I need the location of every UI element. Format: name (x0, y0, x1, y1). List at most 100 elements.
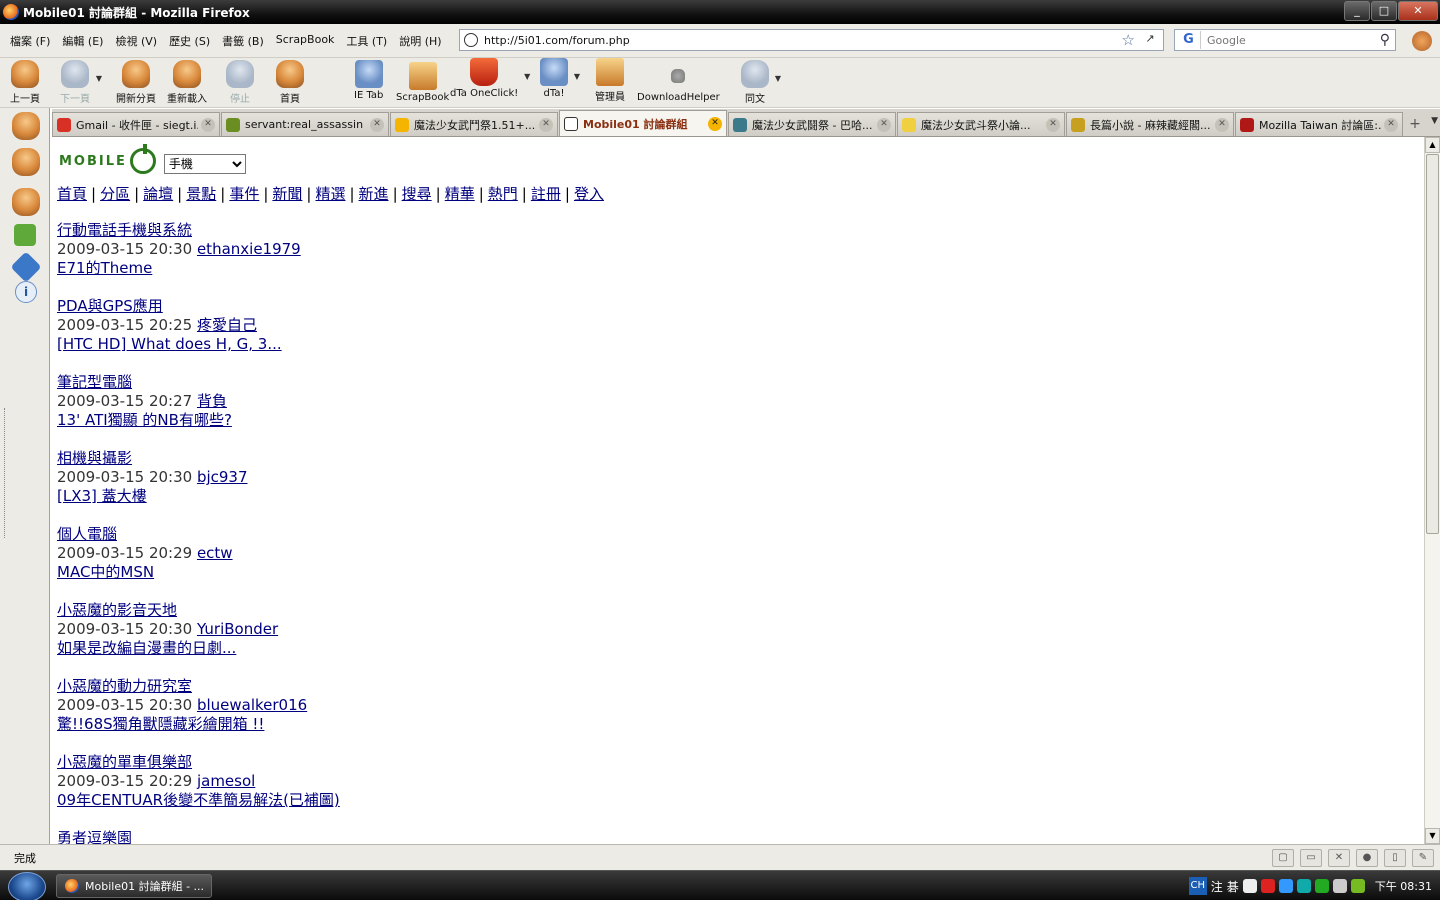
forum-name-link[interactable]: 勇者逗樂園 (57, 829, 132, 844)
scroll-up-button[interactable]: ▲ (1425, 137, 1440, 153)
bookmark-star-icon[interactable]: ☆ (1122, 31, 1135, 49)
url-input[interactable]: http://5i01.com/forum.php (484, 34, 1122, 47)
maximize-button[interactable]: □ (1371, 1, 1397, 21)
menu-file[interactable]: 檔案 (F) (4, 33, 56, 49)
admin-button[interactable]: 管理員 (595, 58, 625, 103)
ie-tab-button[interactable]: IE Tab (354, 60, 383, 101)
menu-tools[interactable]: 工具 (T) (340, 33, 393, 49)
sidebar-bookmarks-icon[interactable] (12, 112, 40, 140)
menu-view[interactable]: 檢視 (V) (109, 33, 163, 49)
nav-link-12[interactable]: 登入 (574, 185, 604, 203)
close-window-button[interactable]: ✕ (1398, 1, 1438, 21)
topic-link[interactable]: E71的Theme (57, 259, 152, 277)
home-button[interactable]: 首頁 (276, 60, 304, 105)
lock-icon[interactable]: ▢ (1272, 849, 1294, 867)
menu-scrapbook[interactable]: ScrapBook (270, 33, 341, 49)
forum-name-link[interactable]: 行動電話手機與系統 (57, 221, 192, 239)
forum-name-link[interactable]: 筆記型電腦 (57, 373, 132, 391)
nav-link-3[interactable]: 景點 (186, 185, 216, 203)
tab-close-icon[interactable]: ✕ (877, 117, 891, 132)
addons-icon[interactable] (14, 224, 36, 246)
tray-window-icon[interactable] (1242, 879, 1257, 893)
tray-app-icon[interactable] (1314, 879, 1329, 893)
tab-close-icon[interactable]: ✕ (1046, 117, 1060, 132)
extension-icon[interactable] (1412, 31, 1432, 51)
topic-link[interactable]: 驚!!68S獨角獸隱藏彩繪開箱 !! (57, 715, 264, 733)
tab-0[interactable]: Gmail - 收件匣 - siegt.i... ✕ (52, 112, 220, 136)
screen-icon[interactable]: ▭ (1300, 849, 1322, 867)
forum-category-select[interactable]: 手機 (163, 154, 246, 174)
tab-close-icon[interactable]: ✕ (708, 116, 722, 131)
tray-sync-icon[interactable] (1296, 879, 1311, 893)
minimize-button[interactable]: _ (1344, 1, 1370, 21)
nav-link-8[interactable]: 搜尋 (402, 185, 432, 203)
tab-4[interactable]: 魔法少女武鬪祭 - 巴哈... ✕ (728, 112, 896, 136)
url-bar[interactable]: http://5i01.com/forum.php ☆ ↗ (459, 29, 1164, 51)
tray-nvidia-icon[interactable] (1350, 879, 1365, 893)
nav-link-9[interactable]: 精華 (445, 185, 475, 203)
tab-7[interactable]: Mozilla Taiwan 討論區:... ✕ (1235, 112, 1403, 136)
firefox-status-icon[interactable]: ● (1356, 849, 1378, 867)
tab-close-icon[interactable]: ✕ (539, 117, 553, 132)
forum-name-link[interactable]: 小惡魔的單車俱樂部 (57, 753, 192, 771)
topic-link[interactable]: MAC中的MSN (57, 563, 154, 581)
forum-name-link[interactable]: 小惡魔的影音天地 (57, 601, 177, 619)
taskbar-firefox-item[interactable]: Mobile01 討論群組 - ... (56, 874, 212, 898)
search-icon[interactable]: ⚲ (1380, 32, 1390, 48)
topic-link[interactable]: 13' ATI獨顯 的NB有哪些? (57, 411, 232, 429)
nav-link-0[interactable]: 首頁 (57, 185, 87, 203)
tab-6[interactable]: 長篇小說 - 麻辣藏經閣... ✕ (1066, 112, 1234, 136)
post-user-link[interactable]: jamesol (197, 772, 255, 790)
note-icon[interactable]: ✎ (1412, 849, 1434, 867)
dta-oneclick-dropdown-icon[interactable]: ▼ (524, 72, 530, 81)
dta-oneclick-button[interactable]: dTa OneClick! ▼ (450, 58, 530, 99)
menu-history[interactable]: 歷史 (S) (163, 33, 216, 49)
nav-link-2[interactable]: 論壇 (143, 185, 173, 203)
ime-char-glyph[interactable]: 碁 (1227, 878, 1239, 895)
nav-link-5[interactable]: 新聞 (272, 185, 302, 203)
search-engine-icon[interactable]: G (1177, 31, 1201, 49)
post-user-link[interactable]: YuriBonder (197, 620, 278, 638)
reload-button[interactable]: 重新載入 (167, 60, 207, 105)
forum-name-link[interactable]: 個人電腦 (57, 525, 117, 543)
mobile01-logo[interactable]: MOBILE (59, 144, 156, 174)
post-user-link[interactable]: bluewalker016 (197, 696, 307, 714)
post-user-link[interactable]: ethanxie1979 (197, 240, 301, 258)
forward-button[interactable]: 下一頁 ▼ (60, 60, 102, 105)
settings-icon[interactable] (10, 251, 42, 283)
tab-close-icon[interactable]: ✕ (1384, 117, 1398, 132)
tray-network-icon[interactable] (1278, 879, 1293, 893)
nav-link-6[interactable]: 精選 (315, 185, 345, 203)
nav-link-7[interactable]: 新進 (359, 185, 389, 203)
go-icon[interactable]: ↗ (1141, 32, 1159, 48)
nav-link-1[interactable]: 分區 (100, 185, 130, 203)
back-button[interactable]: 上一頁 (10, 60, 40, 105)
forward-dropdown-icon[interactable]: ▼ (96, 74, 102, 83)
nav-link-11[interactable]: 註冊 (531, 185, 561, 203)
tab-5[interactable]: 魔法少女武斗祭小論... ✕ (897, 112, 1065, 136)
scrapbook-button[interactable]: ScrapBook (396, 62, 449, 103)
search-bar[interactable]: G ⚲ (1174, 29, 1396, 51)
tab-3[interactable]: Mobile01 討論群組 ✕ (559, 110, 727, 136)
start-button[interactable] (8, 872, 46, 900)
tab-close-icon[interactable]: ✕ (201, 117, 215, 132)
ime-mode-glyph[interactable]: 注 (1211, 878, 1223, 895)
menu-bookmarks[interactable]: 書籤 (B) (216, 33, 270, 49)
post-user-link[interactable]: 背負 (197, 392, 227, 410)
topic-link[interactable]: [HTC HD] What does H, G, 3... (57, 335, 282, 353)
search-input[interactable] (1201, 33, 1380, 47)
dta-status-icon[interactable]: ✕ (1328, 849, 1350, 867)
nav-link-4[interactable]: 事件 (229, 185, 259, 203)
scroll-down-button[interactable]: ▼ (1425, 828, 1440, 844)
topic-link[interactable]: 如果是改編自漫畫的日劇... (57, 639, 236, 657)
forum-name-link[interactable]: 相機與攝影 (57, 449, 132, 467)
post-user-link[interactable]: ectw (197, 544, 233, 562)
topic-link[interactable]: 09年CENTUAR後變不準簡易解法(已補圖) (57, 791, 340, 809)
panel-icon[interactable]: ▯ (1384, 849, 1406, 867)
menu-edit[interactable]: 編輯 (E) (56, 33, 109, 49)
dta-dropdown-icon[interactable]: ▼ (574, 72, 580, 81)
new-tab-button[interactable]: 開新分頁 (116, 60, 156, 105)
forum-name-link[interactable]: PDA與GPS應用 (57, 297, 163, 315)
nav-link-10[interactable]: 熱門 (488, 185, 518, 203)
tab-close-icon[interactable]: ✕ (1215, 117, 1229, 132)
